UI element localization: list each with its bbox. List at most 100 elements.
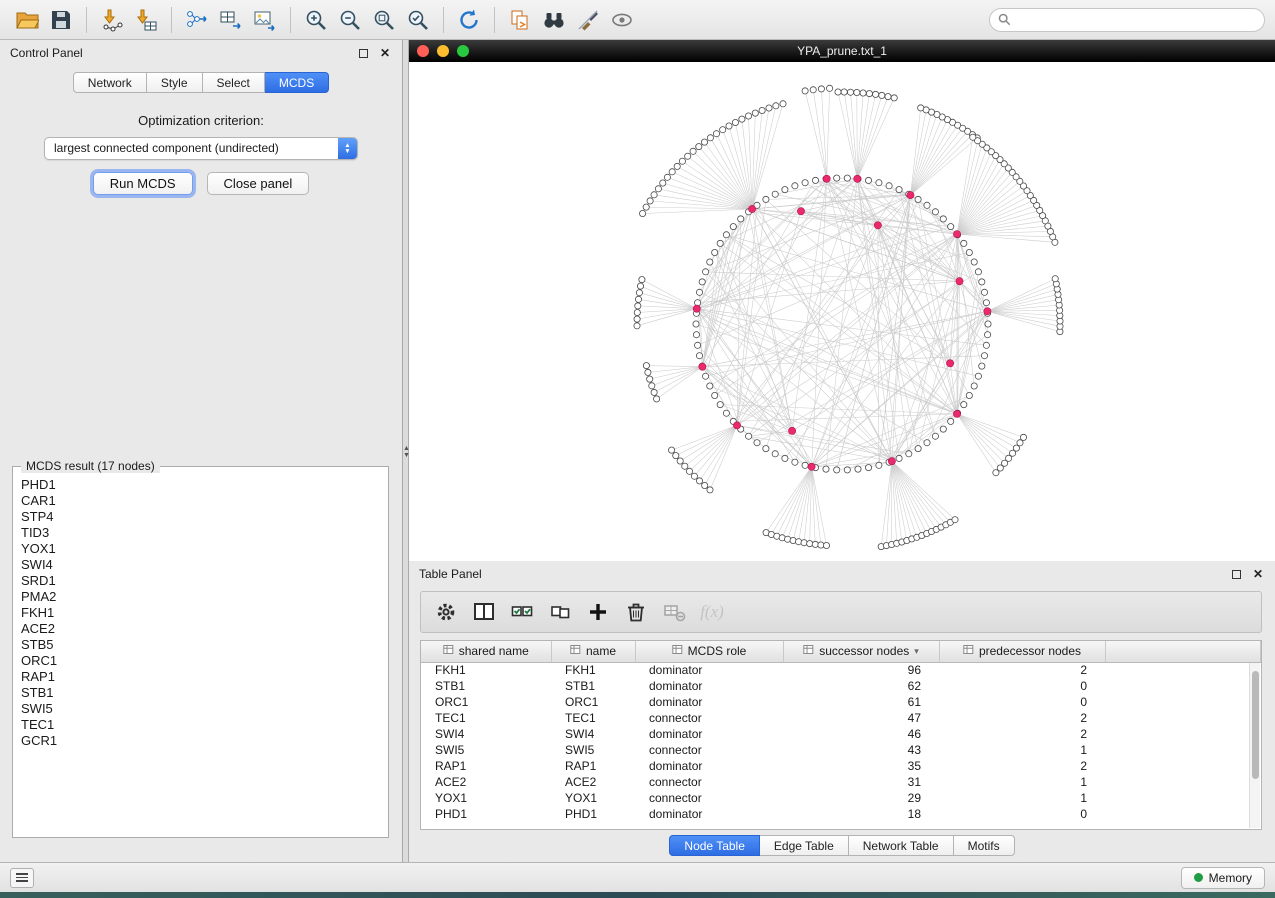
tab-style[interactable]: Style [147,72,203,93]
memory-label: Memory [1209,871,1252,885]
application-window: Control Panel ✕ NetworkStyleSelectMCDS O… [0,0,1275,898]
settings-gear-icon[interactable] [431,597,461,627]
table-cell: 31 [783,774,939,790]
mcds-result-item[interactable]: TEC1 [21,717,384,733]
table-cell: 47 [783,710,939,726]
network-graph[interactable] [409,62,1275,561]
open-session-icon[interactable] [10,5,44,35]
close-panel-icon[interactable]: ✕ [378,46,392,60]
float-table-panel-icon[interactable] [1229,567,1243,581]
desktop-wallpaper-strip [0,892,1275,898]
column-header-MCDS-role[interactable]: MCDS role [635,641,783,662]
table-row[interactable]: ORC1ORC1dominator610 [421,694,1261,710]
mcds-result-item[interactable]: FKH1 [21,605,384,621]
table-row[interactable]: YOX1YOX1connector291 [421,790,1261,806]
node-table: shared namenameMCDS rolesuccessor nodes▾… [420,640,1262,830]
tab-node-table[interactable]: Node Table [669,835,760,856]
export-network-icon[interactable] [180,5,214,35]
table-cell [1105,790,1261,806]
style-brush-icon[interactable] [571,5,605,35]
table-row[interactable]: SWI4SWI4dominator462 [421,726,1261,742]
table-row[interactable]: ACE2ACE2connector311 [421,774,1261,790]
column-header-successor-nodes[interactable]: successor nodes▾ [783,641,939,662]
table-row[interactable]: SWI5SWI5connector431 [421,742,1261,758]
zoom-fit-icon[interactable] [367,5,401,35]
export-image-icon[interactable] [248,5,282,35]
tab-select[interactable]: Select [203,72,265,93]
column-header-predecessor-nodes[interactable]: predecessor nodes [939,641,1105,662]
tab-mcds[interactable]: MCDS [265,72,329,93]
tab-network-table[interactable]: Network Table [849,835,954,856]
table-toolbar: f(x) [420,591,1262,633]
clone-network-icon[interactable] [503,5,537,35]
control-panel: Control Panel ✕ NetworkStyleSelectMCDS O… [0,40,403,862]
table-cell: SWI4 [421,726,551,742]
mcds-result-item[interactable]: TID3 [21,525,384,541]
mcds-result-item[interactable]: ACE2 [21,621,384,637]
show-columns-icon[interactable] [469,597,499,627]
table-cell: 62 [783,678,939,694]
mcds-result-item[interactable]: STP4 [21,509,384,525]
table-vertical-scrollbar[interactable] [1249,663,1260,828]
table-cell [1105,806,1261,822]
table-row[interactable]: STB1STB1dominator620 [421,678,1261,694]
run-mcds-button[interactable]: Run MCDS [93,172,193,195]
graphics-details-eye-icon[interactable] [605,5,639,35]
table-cell: 1 [939,790,1105,806]
export-table-icon[interactable] [214,5,248,35]
select-all-icon[interactable] [507,597,537,627]
table-row[interactable]: RAP1RAP1dominator352 [421,758,1261,774]
mcds-result-item[interactable]: RAP1 [21,669,384,685]
table-row[interactable]: PHD1PHD1dominator180 [421,806,1261,822]
tab-network[interactable]: Network [73,72,147,93]
mcds-result-item[interactable]: SRD1 [21,573,384,589]
refresh-icon[interactable] [452,5,486,35]
tab-motifs[interactable]: Motifs [954,835,1015,856]
search-binoculars-icon[interactable] [537,5,571,35]
table-row[interactable]: FKH1FKH1dominator962 [421,662,1261,678]
mcds-result-item[interactable]: SWI4 [21,557,384,573]
mcds-result-title: MCDS result (17 nodes) [21,459,160,473]
zoom-out-icon[interactable] [333,5,367,35]
task-history-button[interactable] [10,868,34,888]
zoom-in-icon[interactable] [299,5,333,35]
import-network-file-icon[interactable] [95,5,129,35]
splitter-collapse-icon[interactable]: ▲▼ [403,445,408,471]
mcds-result-item[interactable]: STB5 [21,637,384,653]
delete-row-icon[interactable] [621,597,651,627]
column-header-name[interactable]: name [551,641,635,662]
tab-edge-table[interactable]: Edge Table [760,835,849,856]
table-cell: 29 [783,790,939,806]
mcds-result-item[interactable]: YOX1 [21,541,384,557]
close-table-panel-icon[interactable]: ✕ [1251,567,1265,581]
save-session-icon[interactable] [44,5,78,35]
zoom-selected-icon[interactable] [401,5,435,35]
table-row[interactable]: TEC1TEC1connector472 [421,710,1261,726]
mcds-result-item[interactable]: ORC1 [21,653,384,669]
mcds-result-item[interactable]: STB1 [21,685,384,701]
mcds-result-item[interactable]: GCR1 [21,733,384,749]
search-box[interactable] [989,8,1265,32]
mcds-result-item[interactable]: SWI5 [21,701,384,717]
table-cell: dominator [635,694,783,710]
table-cell: 0 [939,678,1105,694]
memory-button[interactable]: Memory [1181,867,1265,889]
column-header-shared-name[interactable]: shared name [421,641,551,662]
search-input[interactable] [1017,13,1256,27]
close-panel-button[interactable]: Close panel [207,172,310,195]
network-canvas[interactable] [409,62,1275,561]
network-window-titlebar[interactable]: YPA_prune.txt_1 [409,40,1275,62]
mcds-result-item[interactable]: PHD1 [21,477,384,493]
mcds-result-item[interactable]: CAR1 [21,493,384,509]
mcds-result-list[interactable]: PHD1CAR1STP4TID3YOX1SWI4SRD1PMA2FKH1ACE2… [21,477,384,833]
table-cell: ACE2 [421,774,551,790]
table-cell [1105,726,1261,742]
float-panel-icon[interactable] [356,46,370,60]
scrollbar-thumb[interactable] [1252,671,1259,779]
criterion-select[interactable]: largest connected component (undirected)… [44,137,358,160]
table-cell: connector [635,774,783,790]
import-table-file-icon[interactable] [129,5,163,35]
mcds-result-item[interactable]: PMA2 [21,589,384,605]
deselect-all-icon[interactable] [545,597,575,627]
add-row-icon[interactable] [583,597,613,627]
